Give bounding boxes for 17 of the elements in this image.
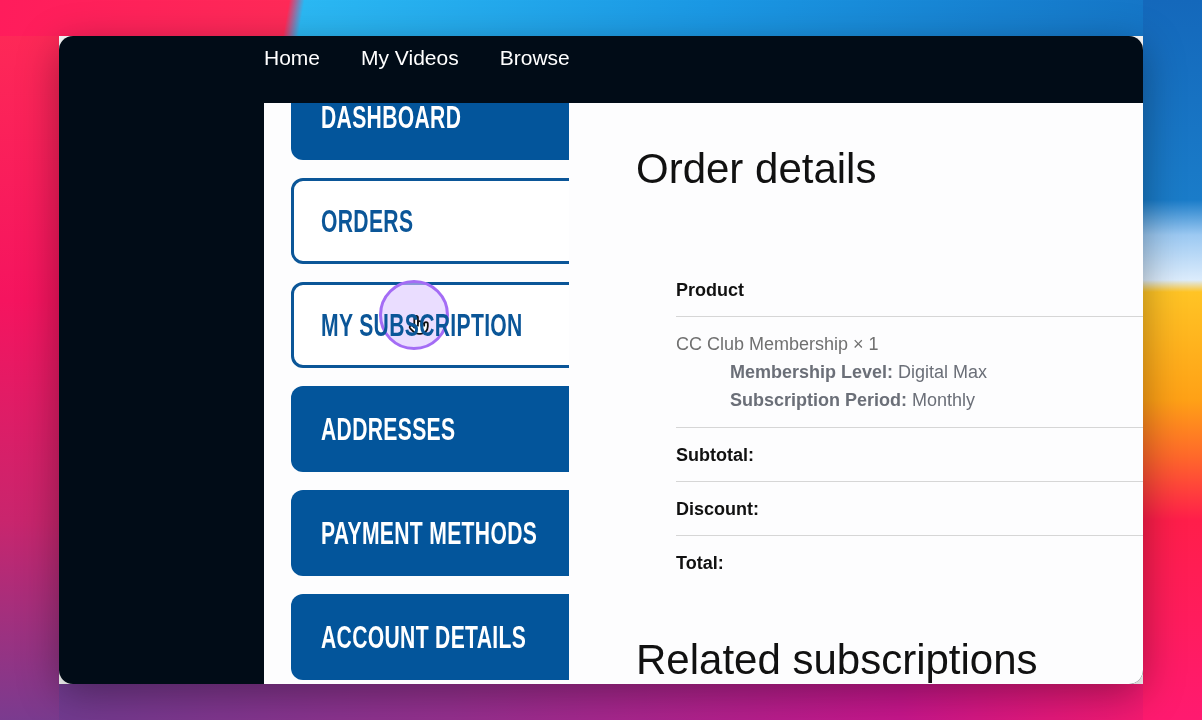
nav-link[interactable]: Home <box>264 46 321 70</box>
totals-label: Total: <box>676 552 724 575</box>
page-heading: Order details <box>636 148 877 190</box>
nav-link[interactable]: Browse <box>499 46 570 70</box>
product-meta: Subscription Period: Monthly <box>730 389 976 412</box>
account-menu-button[interactable]: ORDERS <box>291 178 569 264</box>
section-heading: Related subscriptions <box>636 636 1038 684</box>
account-menu-button[interactable]: DASHBOARD <box>291 103 569 160</box>
account-menu-button[interactable]: ADDRESSES <box>291 386 569 472</box>
account-menu-button[interactable]: ACCOUNT DETAILS <box>291 594 569 680</box>
column-header: Product <box>676 278 744 302</box>
product-name: CC Club Membership × 1 <box>676 333 879 356</box>
totals-label: Discount: <box>676 497 759 521</box>
account-menu-button[interactable]: PAYMENT METHODS <box>291 490 569 576</box>
product-meta: Membership Level: Digital Max <box>730 361 988 384</box>
totals-label: Subtotal: <box>676 443 754 467</box>
nav-link[interactable]: My Videos <box>361 46 459 70</box>
